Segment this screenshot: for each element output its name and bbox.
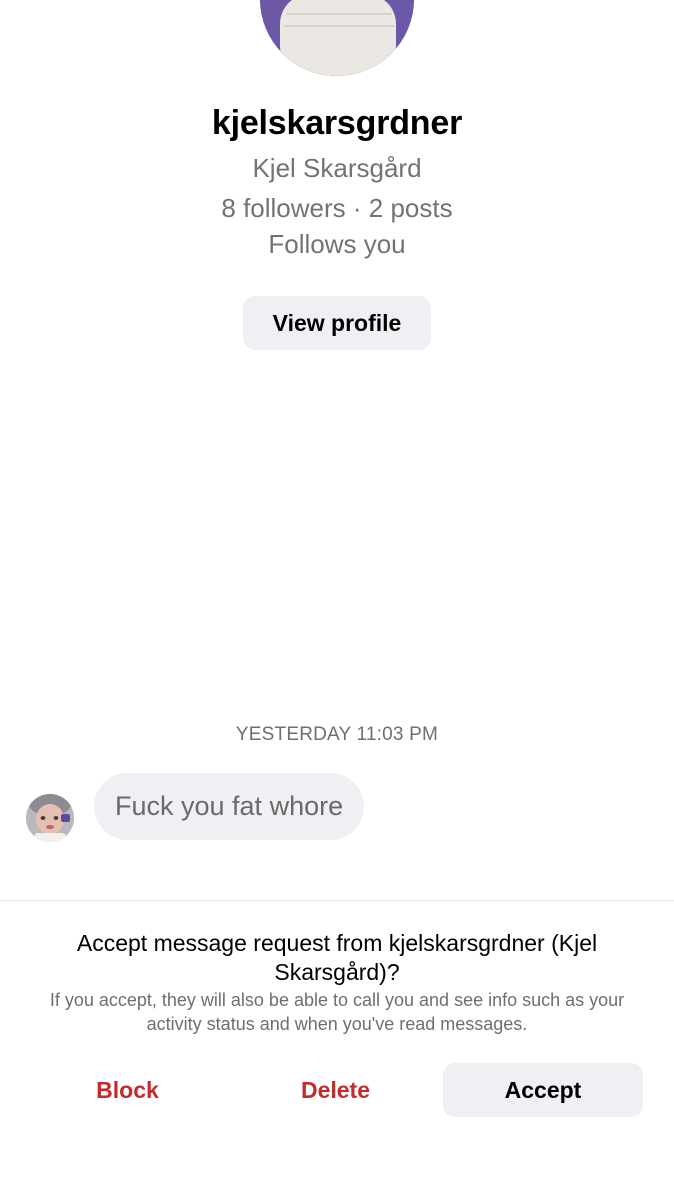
message-bubble[interactable]: Fuck you fat whore [94, 773, 365, 840]
avatar-photo-icon [260, 0, 414, 76]
profile-full-name: Kjel Skarsgård [252, 153, 422, 183]
message-request-panel: Accept message request from kjelskarsgrd… [0, 901, 674, 1200]
message-timestamp: YESTERDAY 11:03 PM [235, 724, 439, 745]
profile-stats: 8 followers · 2 posts [221, 193, 453, 223]
profile-username: kjelskarsgrdner [211, 104, 463, 142]
profile-avatar[interactable] [260, 0, 414, 76]
sender-avatar[interactable] [26, 794, 74, 842]
message-text: Fuck you fat whore [115, 791, 344, 821]
delete-button[interactable]: Delete [238, 1063, 433, 1117]
avatar-photo-icon [26, 794, 74, 842]
request-description: If you accept, they will also be able to… [49, 990, 625, 1034]
message-row: Fuck you fat whore [0, 770, 674, 842]
view-profile-button[interactable]: View profile [243, 296, 431, 350]
relationship-status: Follows you [268, 229, 406, 259]
profile-header: kjelskarsgrdner Kjel Skarsgård 8 followe… [0, 0, 674, 360]
accept-button[interactable]: Accept [443, 1063, 643, 1117]
request-title: Accept message request from kjelskarsgrd… [76, 930, 598, 985]
block-button[interactable]: Block [30, 1063, 225, 1117]
